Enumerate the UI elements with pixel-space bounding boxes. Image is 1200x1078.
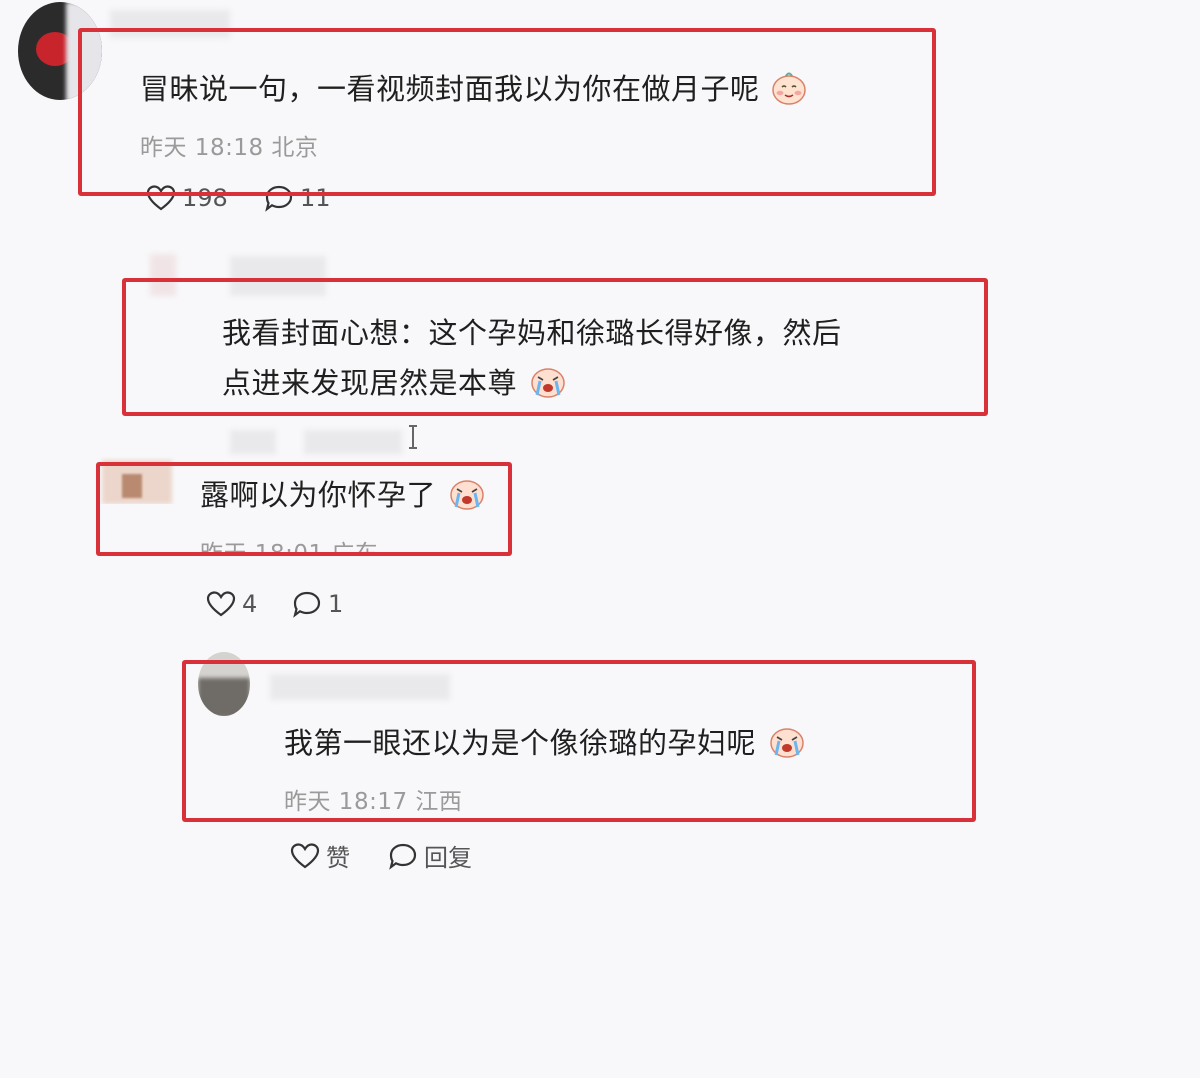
username-blurred[interactable] [230,430,276,454]
comment-time: 昨天 18:01 [200,541,324,552]
heart-icon [290,842,320,870]
comment-body-line-1: 我看封面心想：这个孕妈和徐璐长得好像，然后 [222,316,842,350]
username-blurred[interactable] [304,430,402,454]
comment-text: 我第一眼还以为是个像徐璐的孕妇呢 [284,720,806,766]
heart-icon [146,184,176,212]
reply-count: 11 [300,184,331,212]
smiling-emoji-icon [771,71,807,112]
like-count: 198 [182,184,228,212]
like-button[interactable]: 4 [206,590,257,618]
heart-icon [206,590,236,618]
comment-location: 北京 [271,135,319,161]
avatar[interactable] [18,2,102,100]
comment-meta: 昨天 18:18 北京 [140,128,318,162]
username-blurred[interactable] [110,10,230,38]
comment-text: 露啊以为你怀孕了 [200,472,486,518]
comment-location: 江西 [415,789,463,815]
comment-meta: 昨天 18:01 广东 [200,534,378,552]
comment-meta: 昨天 18:17 江西 [284,782,462,816]
like-count: 4 [242,590,258,618]
crying-emoji-icon [448,477,486,518]
reply-button[interactable]: 11 [264,184,331,212]
reply-button[interactable]: 1 [292,590,343,618]
comment-body: 冒昧说一句，一看视频封面我以为你在做月子呢 [140,72,760,106]
highlight-box [78,28,936,196]
avatar[interactable] [198,652,250,716]
reply-label: 回复 [424,844,472,872]
comment-body: 露啊以为你怀孕了 [200,478,437,512]
reply-count: 1 [328,590,344,618]
comment-bubble-icon [388,842,418,870]
comment-text: 冒昧说一句，一看视频封面我以为你在做月子呢 [140,66,807,112]
text-cursor-icon [406,424,420,454]
crying-emoji-icon [529,365,567,406]
comment-body: 我第一眼还以为是个像徐璐的孕妇呢 [284,726,757,760]
crying-emoji-icon [768,725,806,766]
comment-location: 广东 [331,541,378,552]
comment-text: 点进来发现居然是本尊 [222,360,567,406]
comment-bubble-icon [292,590,322,618]
comment-bubble-icon [264,184,294,212]
comment-body-line-2: 点进来发现居然是本尊 [222,366,518,400]
comment-time: 昨天 18:17 [284,789,408,815]
like-button[interactable]: 198 [146,184,228,212]
comment-text: 我看封面心想：这个孕妈和徐璐长得好像，然后 [222,310,842,352]
username-blurred[interactable] [270,674,450,700]
like-button[interactable]: 赞 [290,838,350,873]
comment-time: 昨天 18:18 [140,135,264,161]
like-label: 赞 [326,844,350,872]
avatar[interactable] [82,456,176,504]
reply-button[interactable]: 回复 [388,838,472,873]
username-blurred[interactable] [230,256,326,296]
avatar-blurred[interactable] [150,254,176,296]
